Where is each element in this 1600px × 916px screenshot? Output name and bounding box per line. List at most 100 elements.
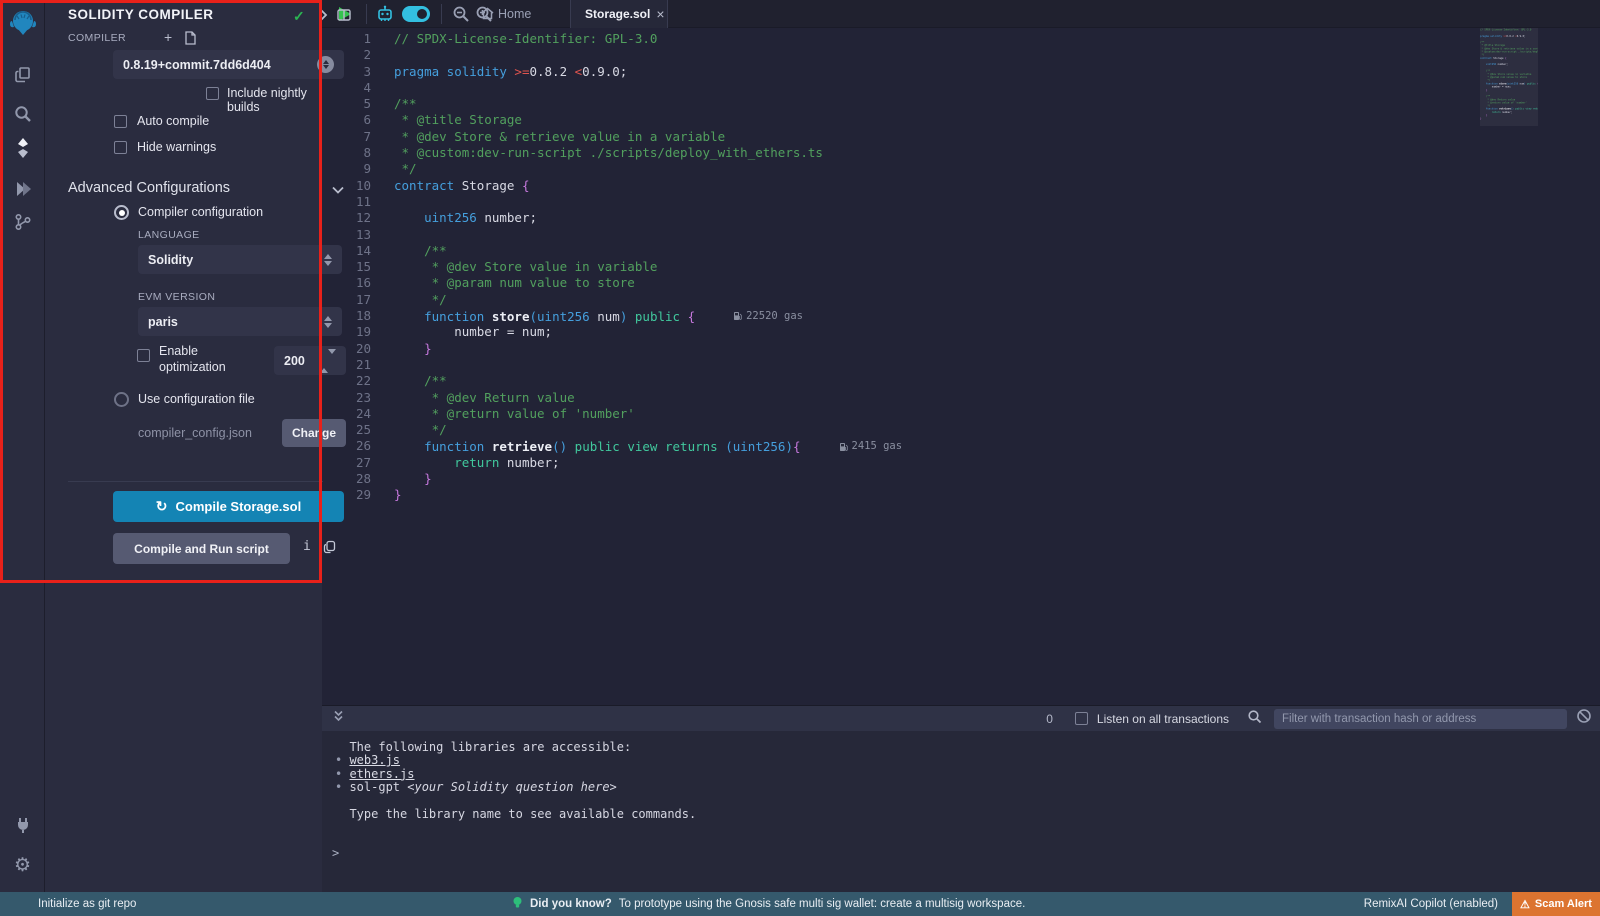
- line-number: 27: [322, 455, 371, 471]
- terminal-line: [335, 795, 696, 808]
- remix-logo-icon[interactable]: [0, 6, 45, 40]
- terminal-output: The following libraries are accessible:•…: [335, 741, 696, 821]
- pin-panel-icon[interactable]: [337, 8, 351, 27]
- remix-ide-window: ⚙ SOLIDITY COMPILER ✓ COMPILER + 0.8.19+…: [0, 0, 1600, 916]
- code-line: 17 */: [322, 292, 902, 308]
- solidity-compiler-icon[interactable]: [0, 131, 45, 165]
- code-line: 22 /**: [322, 373, 902, 389]
- terminal-prompt[interactable]: >: [332, 846, 339, 860]
- minimap[interactable]: // SPDX-License-Identifier: GPL-3.0 prag…: [1480, 28, 1538, 705]
- code-editor[interactable]: 1// SPDX-License-Identifier: GPL-3.023pr…: [322, 28, 1600, 705]
- transaction-count: 0: [1046, 712, 1053, 726]
- home-tab[interactable]: Home: [498, 7, 531, 21]
- language-value: Solidity: [148, 253, 193, 267]
- compiler-version-value: 0.8.19+commit.7dd6d404: [123, 58, 271, 72]
- terminal-link[interactable]: web3.js: [349, 753, 400, 767]
- line-number: 1: [322, 31, 371, 47]
- code-line: 26 function retrieve() public view retur…: [322, 438, 902, 454]
- code-line: 7 * @dev Store & retrieve value in a var…: [322, 129, 902, 145]
- code-line: 19 number = num;: [322, 324, 902, 340]
- compile-button[interactable]: ↻ Compile Storage.sol: [113, 491, 344, 522]
- collapse-terminal-icon[interactable]: [332, 709, 345, 728]
- hide-warnings-checkbox[interactable]: [114, 141, 127, 154]
- terminal-line: The following libraries are accessible:: [335, 741, 696, 754]
- listen-transactions-label: Listen on all transactions: [1097, 712, 1229, 726]
- lightbulb-icon: [512, 896, 523, 913]
- code-line: 10contract Storage {: [322, 178, 902, 194]
- warning-icon: ⚠: [1520, 898, 1530, 911]
- scam-alert-label: Scam Alert: [1535, 898, 1592, 910]
- line-number: 16: [322, 275, 371, 291]
- language-select[interactable]: Solidity: [138, 245, 342, 274]
- copilot-status[interactable]: RemixAI Copilot (enabled): [1364, 898, 1498, 910]
- code-line: 25 */: [322, 422, 902, 438]
- refresh-icon: ↻: [156, 498, 168, 515]
- compiler-version-select[interactable]: 0.8.19+commit.7dd6d404: [113, 50, 344, 79]
- copy-icon[interactable]: [323, 540, 336, 559]
- copilot-toggle[interactable]: [402, 6, 430, 22]
- compiler-configuration-radio[interactable]: [114, 205, 129, 220]
- icon-rail: ⚙: [0, 0, 45, 892]
- git-icon[interactable]: [0, 205, 45, 239]
- change-config-button[interactable]: Change: [282, 419, 346, 447]
- chevron-right-icon[interactable]: [317, 8, 329, 27]
- code-line: 4: [322, 80, 902, 96]
- ai-copilot-robot-icon[interactable]: [375, 5, 395, 28]
- status-bar: Initialize as git repo Did you know? To …: [0, 892, 1600, 916]
- code-line: 5/**: [322, 96, 902, 112]
- terminal-search-icon[interactable]: [1247, 709, 1262, 729]
- use-configuration-file-radio[interactable]: [114, 392, 129, 407]
- include-nightly-checkbox[interactable]: [206, 87, 219, 100]
- zoom-out-icon[interactable]: [452, 5, 470, 28]
- enable-optimization-checkbox[interactable]: [137, 349, 150, 362]
- add-compiler-icon[interactable]: +: [164, 29, 172, 45]
- code-line: 20 }: [322, 341, 902, 357]
- git-init-status[interactable]: Initialize as git repo: [38, 898, 136, 910]
- clear-console-icon[interactable]: [1576, 708, 1592, 729]
- hide-warnings-label: Hide warnings: [137, 140, 216, 154]
- terminal-header: 0 Listen on all transactions: [322, 705, 1600, 731]
- compiler-configuration-label: Compiler configuration: [138, 205, 263, 219]
- line-number: 13: [322, 227, 371, 243]
- code-line: 15 * @dev Store value in variable: [322, 259, 902, 275]
- transaction-filter-input[interactable]: [1274, 709, 1567, 729]
- file-explorer-icon[interactable]: [0, 58, 45, 92]
- line-number: 9: [322, 161, 371, 177]
- terminal-link[interactable]: ethers.js: [349, 767, 414, 781]
- auto-compile-checkbox[interactable]: [114, 115, 127, 128]
- gas-estimate-badge: 22520 gas: [733, 308, 803, 324]
- code-line: 18 function store(uint256 num) public {2…: [322, 308, 902, 324]
- number-spinner-icon: [320, 354, 336, 368]
- select-arrows-icon: [324, 316, 332, 328]
- tab-storage-sol[interactable]: Storage.sol ×: [570, 0, 668, 28]
- did-you-know-tip: Did you know? To prototype using the Gno…: [512, 896, 1025, 913]
- advanced-configurations-title[interactable]: Advanced Configurations: [68, 180, 230, 196]
- line-number: 6: [322, 112, 371, 128]
- select-arrows-icon: [324, 254, 332, 266]
- optimization-runs-input[interactable]: 200: [274, 346, 346, 375]
- evm-version-select[interactable]: paris: [138, 307, 342, 336]
- evm-version-label: EVM VERSION: [138, 291, 215, 303]
- open-file-icon[interactable]: [183, 31, 196, 50]
- info-icon[interactable]: i: [303, 539, 311, 554]
- settings-gear-icon[interactable]: ⚙: [0, 848, 45, 882]
- tab-close-icon[interactable]: ×: [656, 7, 664, 21]
- line-number: 7: [322, 129, 371, 145]
- listen-transactions-checkbox[interactable]: [1075, 712, 1088, 725]
- code-line: 12 uint256 number;: [322, 210, 902, 226]
- line-number: 10: [322, 178, 371, 194]
- scam-alert-button[interactable]: ⚠ Scam Alert: [1512, 892, 1600, 916]
- compile-and-run-button[interactable]: Compile and Run script: [113, 533, 290, 564]
- plugin-manager-icon[interactable]: [0, 808, 45, 842]
- code-line: 29}: [322, 487, 902, 503]
- search-rail-icon[interactable]: [0, 97, 45, 131]
- terminal[interactable]: The following libraries are accessible:•…: [322, 731, 1600, 892]
- chevron-down-icon[interactable]: [331, 183, 345, 201]
- code-line: 8 * @custom:dev-run-script ./scripts/dep…: [322, 145, 902, 161]
- tip-text: To prototype using the Gnosis safe multi…: [619, 898, 1026, 910]
- deploy-run-icon[interactable]: [0, 172, 45, 206]
- code-line: 16 * @param num value to store: [322, 275, 902, 291]
- evm-version-value: paris: [148, 315, 178, 329]
- line-number: 11: [322, 194, 371, 210]
- include-nightly-label: Include nightly builds: [227, 86, 322, 114]
